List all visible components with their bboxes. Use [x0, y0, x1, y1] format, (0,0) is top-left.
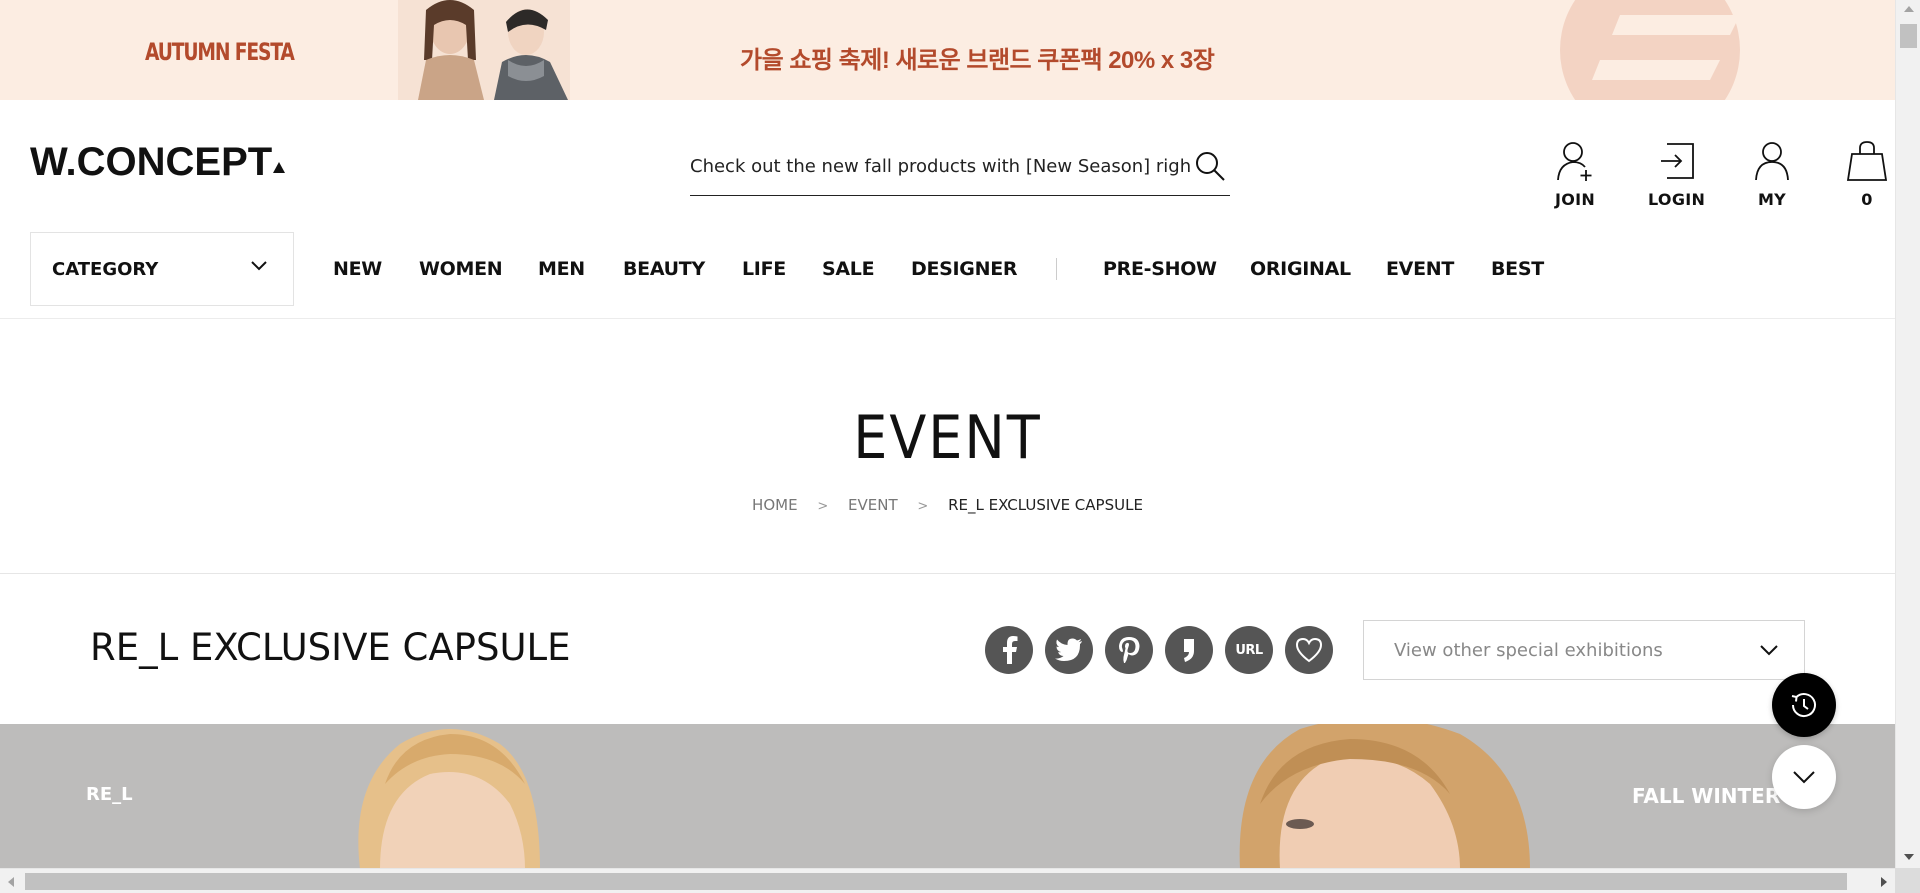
wconcept-logo[interactable]: W.CONCEPT	[30, 140, 286, 185]
nav-item-men[interactable]: MEN	[538, 258, 585, 280]
chevron-down-icon	[251, 261, 267, 271]
chevron-down-icon	[1793, 770, 1815, 783]
exhibition-title: RE_L EXCLUSIVE CAPSULE	[90, 626, 571, 669]
banner-models-image	[398, 0, 570, 100]
login-button[interactable]: LOGIN	[1648, 140, 1705, 209]
horizontal-scrollbar[interactable]	[0, 868, 1895, 893]
search-bar	[690, 146, 1230, 196]
nav-item-sale[interactable]: SALE	[822, 258, 875, 280]
cart-count: 0	[1861, 190, 1873, 209]
category-dropdown[interactable]: CATEGORY	[30, 232, 294, 306]
nav-item-event[interactable]: EVENT	[1386, 258, 1454, 280]
nav-item-new[interactable]: NEW	[333, 258, 382, 280]
hero-right-label: FALL WINTER	[1632, 784, 1781, 808]
page-title: EVENT	[0, 400, 1895, 473]
other-exhibitions-label: View other special exhibitions	[1394, 639, 1663, 661]
share-kakao-story-button[interactable]	[1165, 626, 1213, 674]
hero-model-left	[358, 729, 540, 869]
search-button[interactable]	[1190, 146, 1230, 186]
scrollbar-corner	[1895, 868, 1920, 893]
section-divider	[0, 573, 1895, 574]
banner-festa-text: AUTUMN FESTA	[145, 38, 295, 66]
top-promo-banner[interactable]: AUTUMN FESTA 가을 쇼핑 축제! 새로운 브랜드 쿠폰팩 20% x…	[0, 0, 1895, 100]
my-label: MY	[1757, 190, 1787, 209]
join-button[interactable]: JOIN	[1555, 140, 1595, 209]
hero-model-right	[1239, 724, 1530, 869]
scroll-right-arrow-icon[interactable]	[1881, 877, 1887, 887]
other-exhibitions-select[interactable]: View other special exhibitions	[1363, 620, 1805, 680]
breadcrumb-event[interactable]: EVENT	[848, 496, 898, 514]
vertical-scroll-thumb[interactable]	[1900, 24, 1917, 48]
shopping-bag-icon	[1846, 141, 1888, 181]
my-page-button[interactable]: MY	[1752, 140, 1792, 209]
user-icon	[1755, 142, 1789, 181]
search-input[interactable]	[690, 146, 1190, 186]
vertical-scrollbar[interactable]	[1895, 0, 1920, 868]
hero-banner-image[interactable]: RE_L FALL WINTER	[0, 724, 1895, 869]
kakao-story-icon	[1184, 639, 1194, 662]
chevron-down-icon	[1760, 645, 1778, 656]
user-plus-icon	[1557, 142, 1592, 181]
scroll-down-button[interactable]	[1772, 745, 1836, 809]
scroll-left-arrow-icon[interactable]	[8, 877, 14, 887]
nav-bottom-border	[0, 318, 1895, 319]
nav-item-life[interactable]: LIFE	[742, 258, 786, 280]
logo-triangle-mark	[273, 162, 286, 173]
scroll-down-arrow-icon[interactable]	[1904, 854, 1914, 860]
share-twitter-button[interactable]	[1045, 626, 1093, 674]
scroll-up-arrow-icon[interactable]	[1904, 6, 1914, 12]
nav-item-women[interactable]: WOMEN	[419, 258, 503, 280]
horizontal-scroll-thumb[interactable]	[25, 873, 1847, 890]
nav-divider	[1056, 258, 1057, 280]
banner-coupon-text: 가을 쇼핑 축제! 새로운 브랜드 쿠폰팩 20% x 3장	[740, 47, 1215, 74]
history-icon	[1791, 693, 1816, 718]
join-label: JOIN	[1555, 190, 1596, 209]
nav-item-original[interactable]: ORIGINAL	[1250, 258, 1351, 280]
nav-item-beauty[interactable]: BEAUTY	[623, 258, 705, 280]
breadcrumb-separator-icon: >	[817, 499, 829, 514]
category-label: CATEGORY	[52, 258, 159, 280]
pinterest-icon	[1119, 637, 1140, 663]
recently-viewed-button[interactable]	[1772, 673, 1836, 737]
nav-item-pre-show[interactable]: PRE-SHOW	[1103, 258, 1217, 280]
share-facebook-button[interactable]	[985, 626, 1033, 674]
breadcrumb: HOME > EVENT > RE_L EXCLUSIVE CAPSULE	[0, 496, 1895, 514]
facebook-icon	[1003, 636, 1018, 664]
share-url-button[interactable]: URL	[1225, 626, 1273, 674]
twitter-icon	[1055, 638, 1082, 661]
cart-button[interactable]: 0	[1846, 140, 1888, 209]
nav-item-designer[interactable]: DESIGNER	[911, 258, 1018, 280]
breadcrumb-separator-icon: >	[917, 499, 929, 514]
nav-item-best[interactable]: BEST	[1491, 258, 1544, 280]
share-pinterest-button[interactable]	[1105, 626, 1153, 674]
hero-left-label: RE_L	[86, 784, 133, 805]
login-label: LOGIN	[1648, 190, 1706, 209]
page-title-text: EVENT	[853, 403, 1042, 473]
search-icon	[1196, 152, 1225, 181]
logo-text: W.CONCEPT	[30, 140, 273, 184]
banner-decoration-shape	[1560, 0, 1740, 100]
wishlist-button[interactable]	[1285, 626, 1333, 674]
heart-icon	[1295, 637, 1323, 663]
breadcrumb-current: RE_L EXCLUSIVE CAPSULE	[948, 496, 1143, 514]
url-icon: URL	[1235, 642, 1263, 658]
login-icon	[1660, 143, 1694, 179]
breadcrumb-home[interactable]: HOME	[752, 496, 798, 514]
